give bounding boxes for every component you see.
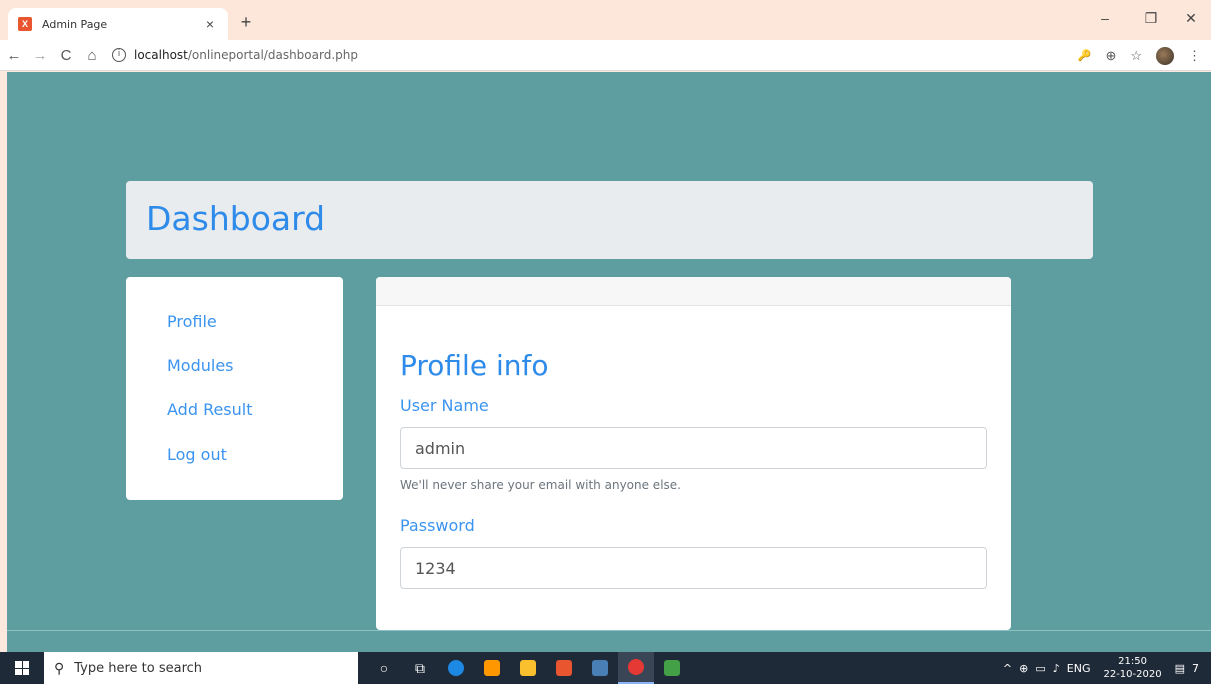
sidebar-item-modules[interactable]: Modules bbox=[167, 356, 234, 375]
chevron-up-icon[interactable]: ^ bbox=[1003, 662, 1012, 675]
clock-date: 22-10-2020 bbox=[1103, 669, 1162, 680]
sidebar-item-profile[interactable]: Profile bbox=[167, 312, 217, 331]
network-icon[interactable]: ⊕ bbox=[1019, 662, 1028, 675]
zoom-icon[interactable]: ⊕ bbox=[1105, 48, 1116, 64]
avatar[interactable] bbox=[1156, 46, 1174, 65]
xampp-favicon-icon: X bbox=[18, 17, 32, 31]
dashboard-header: Dashboard bbox=[126, 181, 1093, 259]
toolbar-actions: 🔑 ⊕ ☆ ⋮ bbox=[1078, 40, 1201, 71]
forward-icon[interactable]: → bbox=[28, 47, 52, 64]
file-explorer-icon[interactable] bbox=[510, 652, 546, 684]
taskbar-search[interactable]: ⚲ Type here to search bbox=[44, 652, 358, 684]
language-indicator[interactable]: ENG bbox=[1067, 662, 1091, 675]
password-input[interactable] bbox=[400, 547, 987, 589]
search-icon: ⚲ bbox=[54, 659, 65, 676]
tab-admin-page[interactable]: X Admin Page × bbox=[8, 8, 228, 40]
windows-taskbar: ⚲ Type here to search ○ ⧉ ^ ⊕ ▭ ♪ ENG 21… bbox=[0, 652, 1211, 684]
url-path: /onlineportal/dashboard.php bbox=[187, 48, 358, 62]
username-input[interactable] bbox=[400, 427, 987, 469]
tab-strip: X Admin Page × + – ❐ ✕ bbox=[0, 0, 1211, 40]
card-header bbox=[376, 277, 1011, 306]
key-icon[interactable]: 🔑 bbox=[1078, 49, 1092, 62]
sidebar-item-add-result[interactable]: Add Result bbox=[167, 400, 253, 419]
menu-icon[interactable]: ⋮ bbox=[1188, 48, 1201, 64]
sidebar-item-log-out[interactable]: Log out bbox=[167, 445, 227, 464]
cortana-icon[interactable]: ○ bbox=[366, 652, 402, 684]
browser-toolbar: ← → C ⌂ i localhost/onlineportal/dashboa… bbox=[0, 40, 1211, 71]
star-icon[interactable]: ☆ bbox=[1130, 48, 1142, 64]
address-bar[interactable]: i localhost/onlineportal/dashboard.php bbox=[112, 43, 1012, 67]
url-text: localhost/onlineportal/dashboard.php bbox=[134, 48, 358, 62]
taskbar-apps: ○ ⧉ bbox=[366, 652, 690, 684]
page-content: Dashboard Profile Modules Add Result Log… bbox=[7, 72, 1211, 630]
clock-time: 21:50 bbox=[1118, 656, 1147, 667]
username-help-text: We'll never share your email with anyone… bbox=[400, 478, 681, 492]
edge-icon[interactable] bbox=[438, 652, 474, 684]
page-title: Dashboard bbox=[146, 199, 326, 238]
start-button[interactable] bbox=[0, 652, 44, 684]
sidebar: Profile Modules Add Result Log out bbox=[126, 277, 343, 500]
task-view-icon[interactable]: ⧉ bbox=[402, 652, 438, 684]
site-info-icon[interactable]: i bbox=[112, 48, 126, 62]
browser-window: X Admin Page × + – ❐ ✕ ← → C ⌂ i localho… bbox=[0, 0, 1211, 684]
username-label: User Name bbox=[400, 396, 489, 415]
notifications-icon[interactable]: ▤ bbox=[1175, 662, 1185, 675]
profile-card: Profile info User Name We'll never share… bbox=[376, 277, 1011, 630]
page-footer-strip bbox=[7, 630, 1211, 652]
volume-icon[interactable]: ♪ bbox=[1053, 662, 1060, 675]
profile-heading: Profile info bbox=[400, 349, 549, 382]
windows-logo-icon bbox=[15, 661, 29, 675]
system-tray: ^ ⊕ ▭ ♪ ENG 21:50 22-10-2020 ▤ 7 bbox=[1003, 652, 1211, 684]
restore-icon[interactable]: ❐ bbox=[1136, 10, 1166, 27]
minimize-icon[interactable]: – bbox=[1090, 10, 1120, 26]
tab-title: Admin Page bbox=[42, 17, 108, 31]
tab-close-icon[interactable]: × bbox=[202, 16, 218, 32]
chrome-icon[interactable] bbox=[618, 652, 654, 684]
clock[interactable]: 21:50 22-10-2020 bbox=[1103, 655, 1161, 681]
close-icon[interactable]: ✕ bbox=[1176, 10, 1206, 27]
sublime-icon[interactable] bbox=[474, 652, 510, 684]
python-icon[interactable] bbox=[582, 652, 618, 684]
home-icon[interactable]: ⌂ bbox=[80, 47, 104, 64]
app-icon[interactable] bbox=[654, 652, 690, 684]
xampp-icon[interactable] bbox=[546, 652, 582, 684]
new-tab-icon[interactable]: + bbox=[236, 12, 256, 33]
back-icon[interactable]: ← bbox=[2, 47, 26, 64]
search-placeholder: Type here to search bbox=[74, 660, 203, 676]
url-host: localhost bbox=[134, 48, 188, 62]
reload-icon[interactable]: C bbox=[54, 47, 78, 64]
battery-icon[interactable]: ▭ bbox=[1035, 662, 1045, 675]
password-label: Password bbox=[400, 516, 475, 535]
notification-count: 7 bbox=[1192, 661, 1199, 675]
